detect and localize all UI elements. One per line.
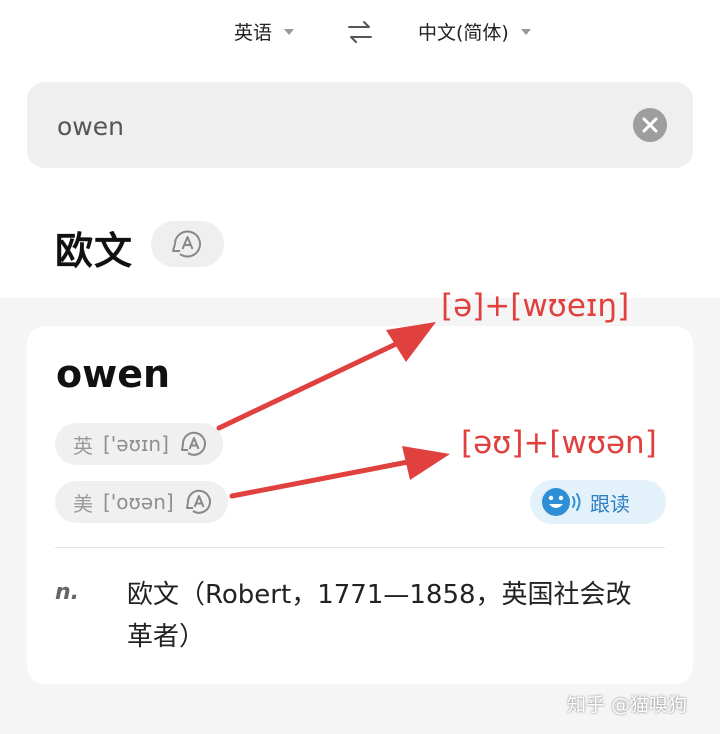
speaker-a-icon (185, 489, 211, 514)
source-language-select[interactable]: 英语 (234, 18, 295, 45)
annotation-label: [əʊ]+[wʊən] (461, 425, 657, 461)
chevron-down-icon (520, 28, 531, 35)
translation-headword: 欧文 (55, 229, 134, 273)
target-language-select[interactable]: 中文(简体) (418, 18, 531, 45)
pronunciation-region: 美 (73, 491, 93, 516)
swap-arrows-icon[interactable] (345, 18, 375, 46)
smiley-speaker-icon (542, 488, 581, 516)
pronunciation-us-button[interactable]: 美 ['oʊən] (55, 481, 228, 523)
annotation-label: [ə]+[wʊeɪŋ] (441, 288, 630, 324)
pronunciation-ipa: ['əʊɪn] (103, 432, 169, 456)
card-word: owen (56, 352, 171, 396)
follow-read-label: 跟读 (590, 491, 630, 516)
follow-read-button[interactable]: 跟读 (530, 480, 666, 524)
search-input[interactable] (55, 106, 619, 146)
definition-text: 欧文（Robert，1771—1858，英国社会改革者） (127, 580, 632, 652)
speaker-a-icon (180, 431, 206, 456)
pronunciation-ipa: ['oʊən] (103, 490, 174, 514)
search-box (27, 82, 693, 168)
part-of-speech: n. (55, 580, 80, 605)
headword-audio-button[interactable] (151, 221, 224, 267)
divider (55, 547, 665, 548)
next-card-edge (693, 370, 720, 734)
dictionary-card: owen 英 ['əʊɪn] 美 ['oʊən] 跟读 n. 欧文（Robert… (27, 326, 693, 684)
close-circle-icon[interactable] (633, 108, 667, 142)
language-bar: 英语 中文(简体) (0, 0, 720, 66)
chevron-down-icon (284, 28, 295, 35)
target-language-label: 中文(简体) (418, 22, 509, 44)
speaker-a-icon (172, 230, 201, 258)
watermark: 知乎 @猫嗅狗 (567, 694, 688, 716)
source-language-label: 英语 (234, 22, 273, 44)
pronunciation-uk-button[interactable]: 英 ['əʊɪn] (55, 423, 223, 465)
pronunciation-region: 英 (73, 433, 93, 458)
